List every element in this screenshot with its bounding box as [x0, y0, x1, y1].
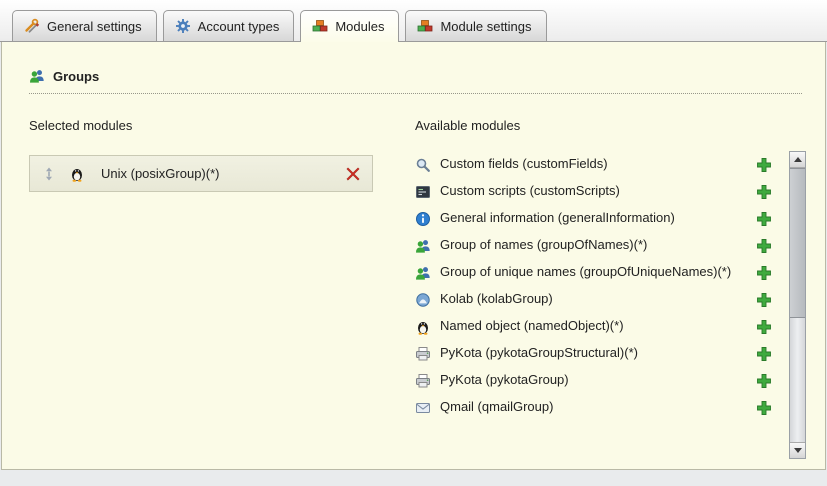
groups-section-header: Groups: [29, 68, 802, 94]
tab-general-settings[interactable]: General settings: [12, 10, 157, 41]
selected-module-label: Unix (posixGroup)(*): [101, 166, 219, 181]
groups-icon: [415, 238, 431, 254]
tab-label: Modules: [335, 19, 384, 34]
available-module-label: Kolab (kolabGroup): [440, 291, 756, 308]
triangle-down-icon: [794, 448, 802, 453]
printer-icon: [415, 346, 431, 362]
available-modules-list-wrap: Custom fields (customFields) Custom scri…: [415, 151, 806, 459]
available-modules-column: Available modules Custom fields (customF…: [393, 106, 806, 459]
mail-icon: [415, 400, 431, 416]
available-module-row: Custom scripts (customScripts): [415, 178, 785, 205]
available-modules-heading: Available modules: [415, 118, 806, 133]
available-module-row: Custom fields (customFields): [415, 151, 785, 178]
selected-module-row: Unix (posixGroup)(*): [29, 155, 373, 192]
tab-label: Account types: [198, 19, 280, 34]
available-module-row: Kolab (kolabGroup): [415, 286, 785, 313]
available-module-label: Custom scripts (customScripts): [440, 183, 756, 200]
scroll-down-button[interactable]: [790, 442, 805, 458]
available-module-row: General information (generalInformation): [415, 205, 785, 232]
groups-icon: [415, 265, 431, 281]
available-module-row: Named object (namedObject)(*): [415, 313, 785, 340]
tab-label: General settings: [47, 19, 142, 34]
available-module-label: Group of unique names (groupOfUniqueName…: [440, 264, 756, 281]
module-columns: Selected modules Unix (posixGroup)(*) Av…: [21, 106, 806, 459]
add-module-button[interactable]: [756, 373, 772, 389]
tab-bar: General settings Account types Modules M…: [0, 0, 827, 42]
available-module-label: General information (generalInformation): [440, 210, 756, 227]
available-module-label: Custom fields (customFields): [440, 156, 756, 173]
scrollbar-thumb[interactable]: [790, 168, 805, 318]
tab-modules[interactable]: Modules: [300, 10, 399, 42]
tab-account-types[interactable]: Account types: [163, 10, 295, 41]
scroll-up-button[interactable]: [790, 152, 805, 168]
selected-modules-column: Selected modules Unix (posixGroup)(*): [21, 106, 393, 459]
gear-icon: [175, 18, 191, 34]
tab-label: Module settings: [440, 19, 531, 34]
available-modules-scrollbar[interactable]: [789, 151, 806, 459]
groups-icon: [29, 68, 45, 84]
available-module-row: Group of names (groupOfNames)(*): [415, 232, 785, 259]
info-icon: [415, 211, 431, 227]
add-module-button[interactable]: [756, 265, 772, 281]
tab-module-settings[interactable]: Module settings: [405, 10, 546, 41]
add-module-button[interactable]: [756, 292, 772, 308]
lam-configuration-page: General settings Account types Modules M…: [0, 0, 827, 486]
kolab-icon: [415, 292, 431, 308]
page-title: Groups: [53, 69, 99, 84]
tux-penguin-icon: [69, 166, 85, 182]
add-module-button[interactable]: [756, 400, 772, 416]
add-module-button[interactable]: [756, 211, 772, 227]
add-module-button[interactable]: [756, 184, 772, 200]
drag-handle-icon[interactable]: [41, 166, 57, 182]
module-blocks-icon: [417, 18, 433, 34]
available-module-label: Group of names (groupOfNames)(*): [440, 237, 756, 254]
tux-penguin-icon: [415, 319, 431, 335]
available-module-label: PyKota (pykotaGroup): [440, 372, 756, 389]
add-module-button[interactable]: [756, 238, 772, 254]
remove-module-button[interactable]: [345, 166, 361, 182]
scrollbar-track[interactable]: [790, 168, 805, 442]
available-module-label: Named object (namedObject)(*): [440, 318, 756, 335]
available-modules-list: Custom fields (customFields) Custom scri…: [415, 151, 785, 459]
selected-modules-list: Unix (posixGroup)(*): [29, 155, 393, 192]
script-icon: [415, 184, 431, 200]
tools-icon: [24, 18, 40, 34]
add-module-button[interactable]: [756, 319, 772, 335]
available-module-row: PyKota (pykotaGroupStructural)(*): [415, 340, 785, 367]
available-module-row: PyKota (pykotaGroup): [415, 367, 785, 394]
module-blocks-icon: [312, 18, 328, 34]
available-module-row: Qmail (qmailGroup): [415, 394, 785, 421]
triangle-up-icon: [794, 157, 802, 162]
add-module-button[interactable]: [756, 346, 772, 362]
selected-modules-heading: Selected modules: [29, 118, 393, 133]
add-module-button[interactable]: [756, 157, 772, 173]
available-module-row: Group of unique names (groupOfUniqueName…: [415, 259, 785, 286]
content-panel: Groups Selected modules Unix (posixGroup…: [1, 42, 826, 470]
available-module-label: Qmail (qmailGroup): [440, 399, 756, 416]
magnifier-icon: [415, 157, 431, 173]
printer-icon: [415, 373, 431, 389]
available-module-label: PyKota (pykotaGroupStructural)(*): [440, 345, 756, 362]
